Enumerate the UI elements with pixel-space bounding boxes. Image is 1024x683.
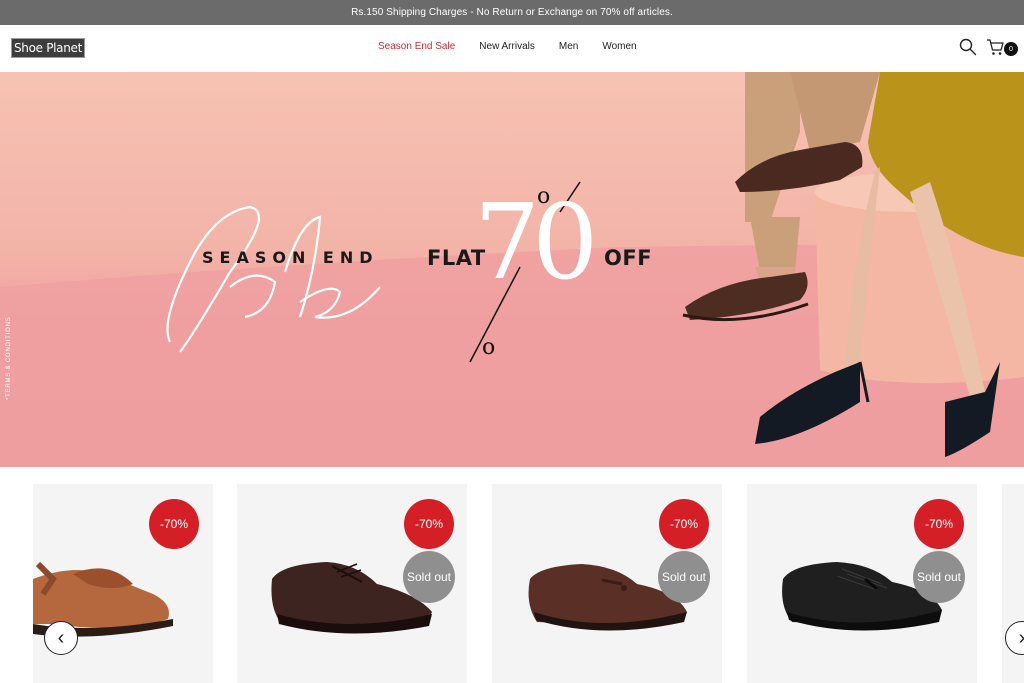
search-icon[interactable] [959, 38, 977, 56]
site-logo[interactable]: Shoe Planet [11, 38, 85, 58]
hero-banner[interactable]: *TERMS & CONDITIONS SEASON END FLAT 70 o… [0, 72, 1024, 467]
sold-out-badge: Sold out [658, 551, 710, 603]
site-header: Shoe Planet Season End Sale New Arrivals… [0, 25, 1024, 72]
hero-percent-top: o [537, 184, 551, 209]
cart-icon[interactable] [986, 38, 1006, 56]
nav-men[interactable]: Men [559, 41, 578, 52]
hero-heading: SEASON END [202, 248, 379, 267]
hero-discount-number: 70 [474, 181, 598, 303]
main-nav: Season End Sale New Arrivals Men Women [378, 41, 637, 52]
sold-out-badge: Sold out [913, 551, 965, 603]
discount-badge: -70% [914, 499, 964, 549]
hero-percent-bottom: o [482, 335, 496, 360]
product-card[interactable]: -70% Sold out [237, 484, 467, 683]
sold-out-badge: Sold out [403, 551, 455, 603]
announcement-bar: Rs.150 Shipping Charges - No Return or E… [0, 0, 1024, 25]
cart-count-badge: 0 [1004, 42, 1018, 56]
discount-badge: -70% [659, 499, 709, 549]
hero-off-text: OFF [604, 246, 653, 270]
nav-women[interactable]: Women [602, 41, 636, 52]
carousel-prev-button[interactable]: ‹ [44, 621, 78, 655]
nav-season-end-sale[interactable]: Season End Sale [378, 41, 455, 52]
terms-link[interactable]: *TERMS & CONDITIONS [6, 310, 12, 400]
discount-badge: -70% [404, 499, 454, 549]
nav-new-arrivals[interactable]: New Arrivals [479, 41, 535, 52]
discount-badge: -70% [149, 499, 199, 549]
announcement-text: Rs.150 Shipping Charges - No Return or E… [351, 7, 673, 18]
product-carousel: -70% -70% Sold out -70% Sold out -70% So… [0, 467, 1024, 683]
product-card[interactable]: -70% Sold out [747, 484, 977, 683]
product-card[interactable]: -70% Sold out [492, 484, 722, 683]
